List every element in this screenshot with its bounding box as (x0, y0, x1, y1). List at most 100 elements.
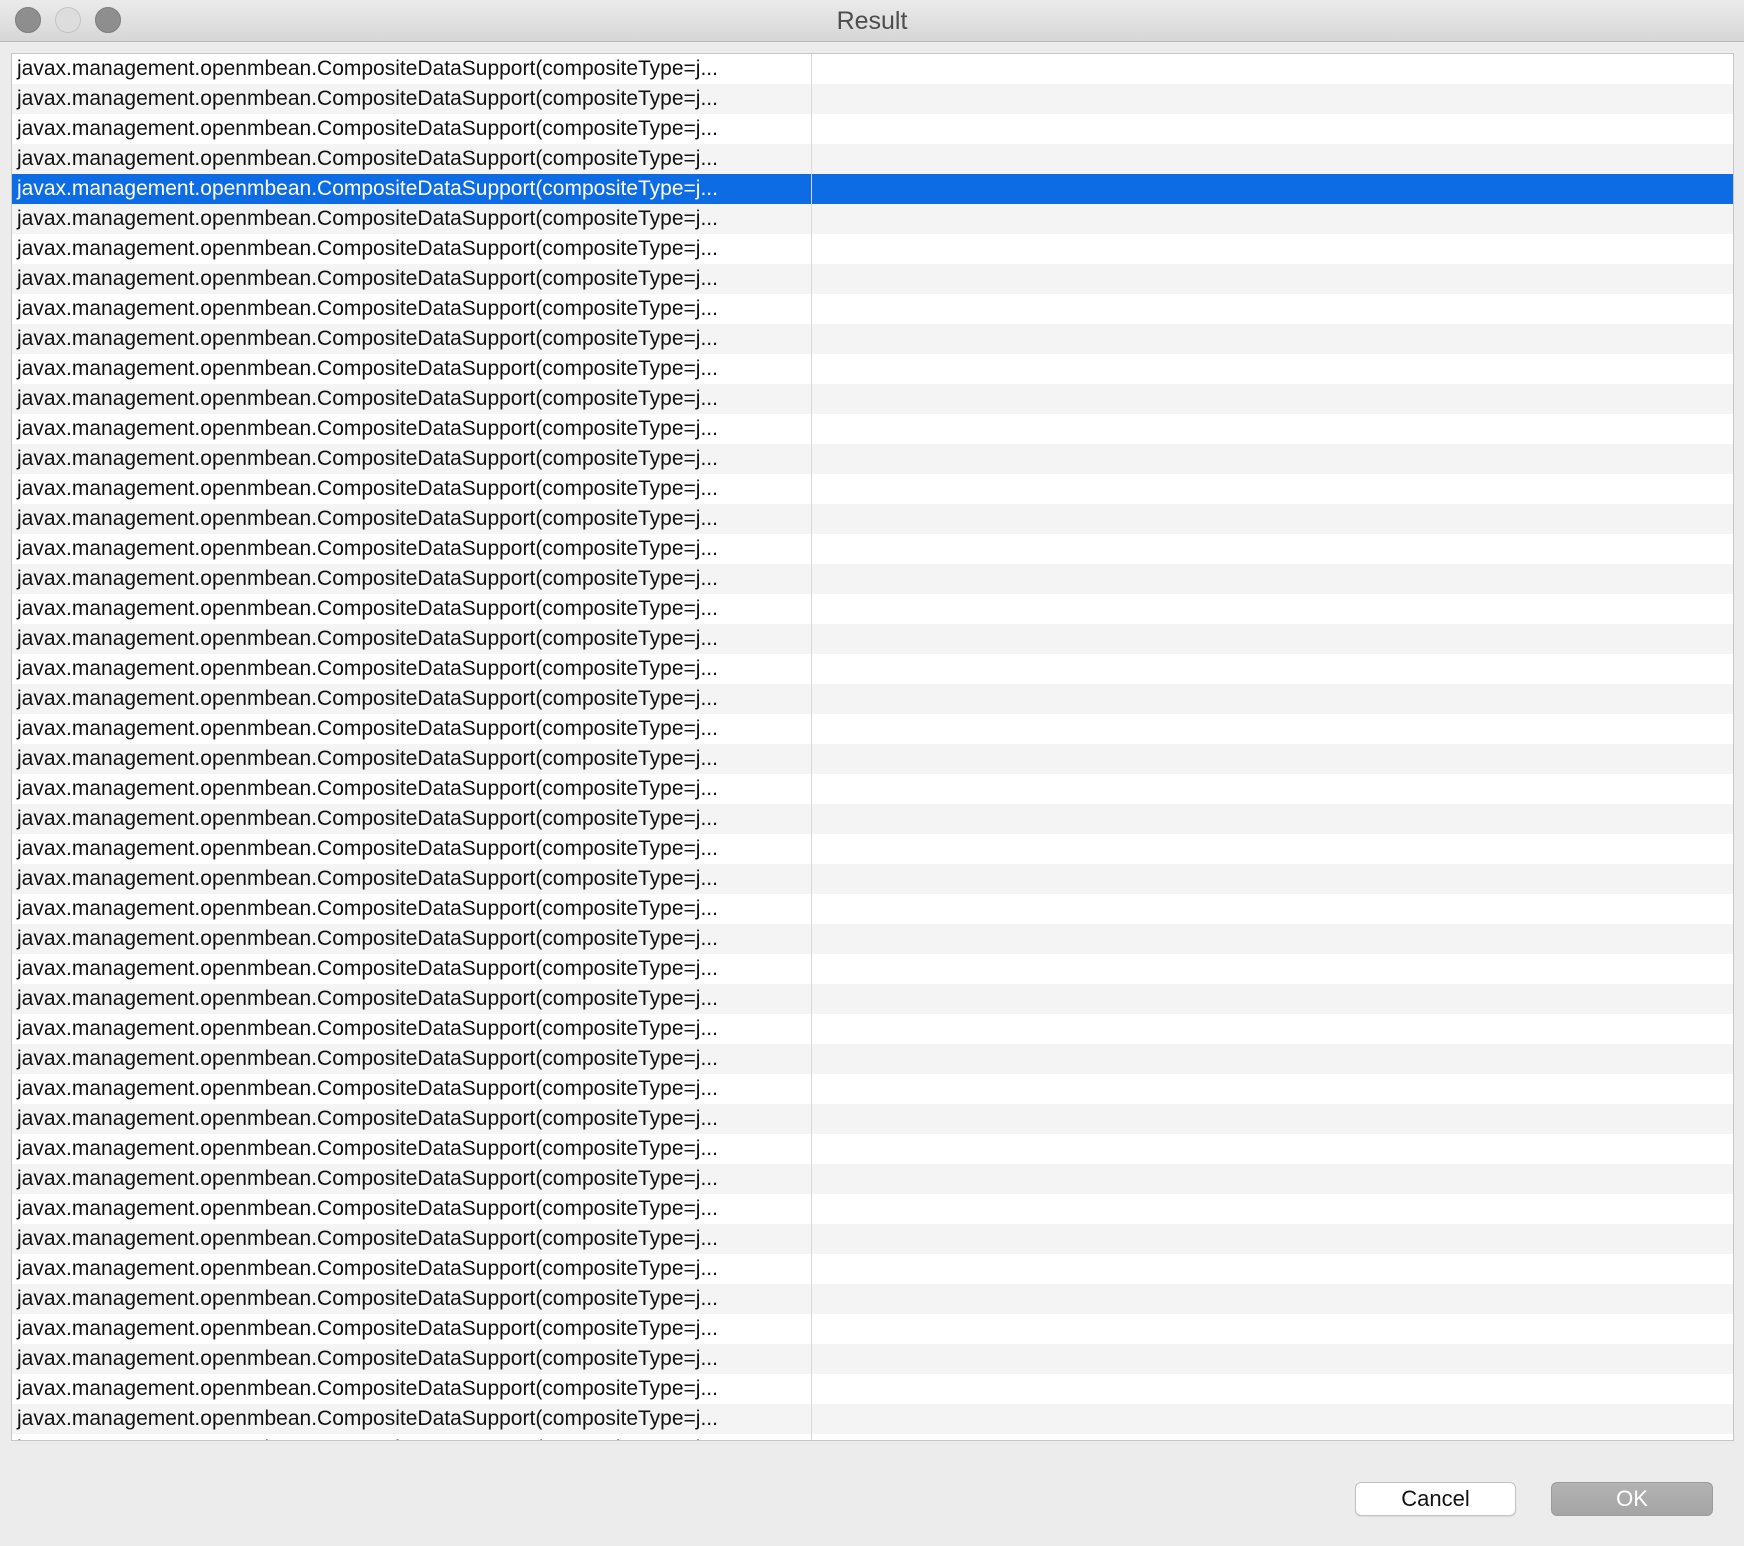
key-cell: javax.management.openmbean.CompositeData… (17, 957, 718, 980)
key-cell: javax.management.openmbean.CompositeData… (17, 267, 718, 290)
table-row[interactable]: javax.management.openmbean.CompositeData… (12, 114, 1733, 144)
value-cell (812, 204, 1733, 234)
key-cell: javax.management.openmbean.CompositeData… (17, 1107, 718, 1130)
table-row[interactable]: javax.management.openmbean.CompositeData… (12, 804, 1733, 834)
result-table[interactable]: javax.management.openmbean.CompositeData… (11, 53, 1734, 1441)
value-cell (812, 1344, 1733, 1374)
ok-button[interactable]: OK (1551, 1482, 1713, 1516)
table-row[interactable]: javax.management.openmbean.CompositeData… (12, 1314, 1733, 1344)
key-cell: javax.management.openmbean.CompositeData… (17, 897, 718, 920)
key-cell: javax.management.openmbean.CompositeData… (17, 1227, 718, 1250)
value-cell (812, 804, 1733, 834)
table-row[interactable]: javax.management.openmbean.CompositeData… (12, 444, 1733, 474)
table-row[interactable]: javax.management.openmbean.CompositeData… (12, 1404, 1733, 1434)
key-cell: javax.management.openmbean.CompositeData… (17, 567, 718, 590)
value-cell (812, 1074, 1733, 1104)
table-row[interactable]: javax.management.openmbean.CompositeData… (12, 324, 1733, 354)
key-cell: javax.management.openmbean.CompositeData… (17, 447, 718, 470)
value-cell (812, 564, 1733, 594)
table-row[interactable]: javax.management.openmbean.CompositeData… (12, 1284, 1733, 1314)
table-row[interactable]: javax.management.openmbean.CompositeData… (12, 474, 1733, 504)
table-row[interactable]: javax.management.openmbean.CompositeData… (12, 504, 1733, 534)
column-divider[interactable] (811, 54, 812, 1440)
value-cell (812, 1434, 1733, 1440)
table-row[interactable]: javax.management.openmbean.CompositeData… (12, 834, 1733, 864)
table-row[interactable]: javax.management.openmbean.CompositeData… (12, 264, 1733, 294)
window-title: Result (836, 7, 908, 35)
table-row[interactable]: javax.management.openmbean.CompositeData… (12, 294, 1733, 324)
key-cell: javax.management.openmbean.CompositeData… (17, 1257, 718, 1280)
value-cell (812, 384, 1733, 414)
table-row[interactable]: javax.management.openmbean.CompositeData… (12, 594, 1733, 624)
key-cell: javax.management.openmbean.CompositeData… (17, 777, 718, 800)
table-row[interactable]: javax.management.openmbean.CompositeData… (12, 714, 1733, 744)
key-cell: javax.management.openmbean.CompositeData… (17, 657, 718, 680)
value-cell (812, 1314, 1733, 1344)
value-cell (812, 54, 1733, 84)
table-row[interactable]: javax.management.openmbean.CompositeData… (12, 1014, 1733, 1044)
table-row[interactable]: javax.management.openmbean.CompositeData… (12, 684, 1733, 714)
table-row[interactable]: javax.management.openmbean.CompositeData… (12, 1254, 1733, 1284)
value-cell (812, 1194, 1733, 1224)
value-cell (812, 444, 1733, 474)
title-bar[interactable]: Result (0, 0, 1744, 42)
table-row[interactable]: javax.management.openmbean.CompositeData… (12, 1434, 1733, 1440)
value-cell (812, 654, 1733, 684)
value-cell (812, 324, 1733, 354)
table-body: javax.management.openmbean.CompositeData… (12, 54, 1733, 1440)
key-cell: javax.management.openmbean.CompositeData… (17, 1167, 718, 1190)
value-cell (812, 1284, 1733, 1314)
table-row[interactable]: javax.management.openmbean.CompositeData… (12, 894, 1733, 924)
cancel-button[interactable]: Cancel (1355, 1482, 1516, 1516)
table-row[interactable]: javax.management.openmbean.CompositeData… (12, 1134, 1733, 1164)
key-cell: javax.management.openmbean.CompositeData… (17, 477, 718, 500)
table-row[interactable]: javax.management.openmbean.CompositeData… (12, 1044, 1733, 1074)
table-row[interactable]: javax.management.openmbean.CompositeData… (12, 924, 1733, 954)
value-cell (812, 1044, 1733, 1074)
key-cell: javax.management.openmbean.CompositeData… (17, 1347, 718, 1370)
table-row[interactable]: javax.management.openmbean.CompositeData… (12, 1194, 1733, 1224)
table-row[interactable]: javax.management.openmbean.CompositeData… (12, 774, 1733, 804)
value-cell (812, 474, 1733, 504)
table-row[interactable]: javax.management.openmbean.CompositeData… (12, 654, 1733, 684)
key-cell: javax.management.openmbean.CompositeData… (17, 147, 718, 170)
key-cell: javax.management.openmbean.CompositeData… (12, 1434, 812, 1440)
table-row[interactable]: javax.management.openmbean.CompositeData… (12, 174, 1733, 204)
table-row[interactable]: javax.management.openmbean.CompositeData… (12, 414, 1733, 444)
table-row[interactable]: javax.management.openmbean.CompositeData… (12, 1074, 1733, 1104)
key-cell: javax.management.openmbean.CompositeData… (17, 207, 718, 230)
table-row[interactable]: javax.management.openmbean.CompositeData… (12, 1344, 1733, 1374)
table-row[interactable]: javax.management.openmbean.CompositeData… (12, 54, 1733, 84)
table-row[interactable]: javax.management.openmbean.CompositeData… (12, 864, 1733, 894)
table-row[interactable]: javax.management.openmbean.CompositeData… (12, 84, 1733, 114)
key-cell: javax.management.openmbean.CompositeData… (17, 387, 718, 410)
value-cell (812, 1404, 1733, 1434)
table-row[interactable]: javax.management.openmbean.CompositeData… (12, 1164, 1733, 1194)
value-cell (812, 1014, 1733, 1044)
table-row[interactable]: javax.management.openmbean.CompositeData… (12, 984, 1733, 1014)
table-row[interactable]: javax.management.openmbean.CompositeData… (12, 1374, 1733, 1404)
key-cell: javax.management.openmbean.CompositeData… (17, 357, 718, 380)
value-cell (812, 1254, 1733, 1284)
table-row[interactable]: javax.management.openmbean.CompositeData… (12, 954, 1733, 984)
table-row[interactable]: javax.management.openmbean.CompositeData… (12, 744, 1733, 774)
value-cell (812, 984, 1733, 1014)
table-row[interactable]: javax.management.openmbean.CompositeData… (12, 534, 1733, 564)
table-row[interactable]: javax.management.openmbean.CompositeData… (12, 564, 1733, 594)
table-row[interactable]: javax.management.openmbean.CompositeData… (12, 384, 1733, 414)
value-cell (812, 864, 1733, 894)
value-cell (812, 624, 1733, 654)
table-row[interactable]: javax.management.openmbean.CompositeData… (12, 234, 1733, 264)
table-row[interactable]: javax.management.openmbean.CompositeData… (12, 354, 1733, 384)
table-row[interactable]: javax.management.openmbean.CompositeData… (12, 1224, 1733, 1254)
table-row[interactable]: javax.management.openmbean.CompositeData… (12, 204, 1733, 234)
key-cell: javax.management.openmbean.CompositeData… (17, 237, 718, 260)
value-cell (812, 354, 1733, 384)
value-cell (812, 774, 1733, 804)
table-row[interactable]: javax.management.openmbean.CompositeData… (12, 624, 1733, 654)
key-cell: javax.management.openmbean.CompositeData… (17, 57, 718, 80)
value-cell (812, 84, 1733, 114)
table-row[interactable]: javax.management.openmbean.CompositeData… (12, 1104, 1733, 1134)
value-cell (812, 1224, 1733, 1254)
table-row[interactable]: javax.management.openmbean.CompositeData… (12, 144, 1733, 174)
